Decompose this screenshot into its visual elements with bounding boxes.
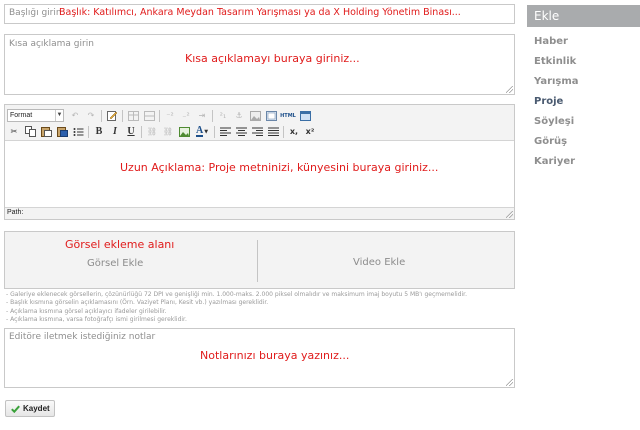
editor-notes-placeholder: Editöre iletmek istediğiniz notlar bbox=[9, 332, 156, 342]
editor-toolbar: Format ▼ ↶ ↷ ⁻² ₋² ⇥ ²₁ ⚓ HTML ✂ B I U ⛓… bbox=[5, 105, 514, 141]
resize-handle-icon[interactable] bbox=[506, 86, 513, 93]
superscript-x-icon[interactable]: x² bbox=[303, 125, 317, 138]
edit-icon[interactable] bbox=[105, 109, 119, 122]
sidebar-item-soylesi[interactable]: Söyleşi bbox=[534, 115, 640, 135]
editor-status-bar: Path: bbox=[5, 207, 514, 219]
toolbar-row-2: ✂ B I U ⛓ ⛓ A ▼ x, x² bbox=[7, 124, 319, 139]
toolbar-divider bbox=[283, 125, 284, 138]
upload-guidelines: - Galeriye eklenecek görsellerin, çözünü… bbox=[6, 291, 516, 325]
save-button-label: Kaydet bbox=[23, 404, 50, 413]
sidebar-list: Haber Etkinlik Yarışma Proje Söyleşi Gör… bbox=[527, 35, 640, 175]
align-right-icon[interactable] bbox=[250, 125, 264, 138]
chevron-down-icon: ▼ bbox=[55, 110, 63, 121]
path-label: Path: bbox=[7, 209, 24, 216]
unlink-icon[interactable]: ⛓ bbox=[161, 125, 175, 138]
toolbar-divider bbox=[101, 109, 102, 122]
paste-icon[interactable] bbox=[39, 125, 53, 138]
justify-icon[interactable] bbox=[266, 125, 280, 138]
short-description-placeholder: Kısa açıklama girin bbox=[9, 39, 94, 49]
anchor-icon[interactable]: ⚓ bbox=[232, 109, 246, 122]
guideline-line: - Açıklama kısmına, varsa fotoğrafçı ism… bbox=[6, 316, 187, 324]
align-left-icon[interactable] bbox=[218, 125, 232, 138]
short-description-textarea[interactable]: Kısa açıklama girin Kısa açıklamayı bura… bbox=[4, 34, 515, 95]
sidebar-item-etkinlik[interactable]: Etkinlik bbox=[534, 55, 640, 75]
bold-icon[interactable]: B bbox=[92, 125, 106, 138]
subscript-icon[interactable]: ₋² bbox=[179, 109, 193, 122]
image-icon[interactable] bbox=[248, 109, 262, 122]
media-icon[interactable] bbox=[264, 109, 278, 122]
toolbar-divider bbox=[159, 109, 160, 122]
font-color-icon[interactable]: A ▼ bbox=[193, 125, 211, 138]
title-placeholder: Başlığı girin bbox=[9, 8, 62, 18]
table-icon[interactable] bbox=[126, 109, 140, 122]
media-upload-area: Görsel ekleme alanı Görsel Ekle Video Ek… bbox=[4, 231, 515, 289]
undo-icon[interactable]: ↶ bbox=[68, 109, 82, 122]
sidebar-item-proje[interactable]: Proje bbox=[534, 95, 640, 115]
toolbar-divider bbox=[122, 109, 123, 122]
html-icon[interactable]: HTML bbox=[280, 109, 296, 122]
list-icon[interactable] bbox=[71, 125, 85, 138]
add-video-button[interactable]: Video Ekle bbox=[353, 257, 405, 268]
special-char-icon[interactable]: ²₁ bbox=[216, 109, 230, 122]
resize-handle-icon[interactable] bbox=[506, 379, 513, 386]
add-image-button[interactable]: Görsel Ekle bbox=[87, 258, 143, 269]
add-sidebar: Ekle Haber Etkinlik Yarışma Proje Söyleş… bbox=[527, 5, 640, 175]
long-description-editor: Format ▼ ↶ ↷ ⁻² ₋² ⇥ ²₁ ⚓ HTML ✂ B I U ⛓… bbox=[4, 104, 515, 220]
cut-icon[interactable]: ✂ bbox=[7, 125, 21, 138]
guideline-line: - Açıklama kısmına görsel açıklayıcı ifa… bbox=[6, 307, 167, 315]
toolbar-divider bbox=[212, 109, 213, 122]
toolbar-divider bbox=[141, 125, 142, 138]
underline-icon[interactable]: U bbox=[124, 125, 138, 138]
sidebar-item-gorus[interactable]: Görüş bbox=[534, 135, 640, 155]
long-description-annotation: Uzun Açıklama: Proje metninizi, künyesin… bbox=[120, 161, 439, 174]
sidebar-item-haber[interactable]: Haber bbox=[534, 35, 640, 55]
toolbar-divider bbox=[214, 125, 215, 138]
media-divider bbox=[257, 240, 258, 282]
sidebar-item-kariyer[interactable]: Kariyer bbox=[534, 155, 640, 175]
short-description-annotation: Kısa açıklamayı buraya giriniz... bbox=[185, 52, 360, 65]
title-input[interactable]: Başlığı girin Başlık: Katılımcı, Ankara … bbox=[4, 4, 515, 24]
image-insert-icon[interactable] bbox=[177, 125, 191, 138]
editor-notes-textarea[interactable]: Editöre iletmek istediğiniz notlar Notla… bbox=[4, 328, 515, 388]
redo-icon[interactable]: ↷ bbox=[84, 109, 98, 122]
sidebar-item-yarisma[interactable]: Yarışma bbox=[534, 75, 640, 95]
link-icon[interactable]: ⛓ bbox=[145, 125, 159, 138]
editor-notes-annotation: Notlarınızı buraya yazınız... bbox=[200, 349, 350, 362]
title-annotation: Başlık: Katılımcı, Ankara Meydan Tasarım… bbox=[59, 7, 461, 18]
toolbar-row-1: Format ▼ ↶ ↷ ⁻² ₋² ⇥ ²₁ ⚓ HTML bbox=[7, 108, 314, 123]
guideline-line: - Başlık kısmına görselin açıklamasını (… bbox=[6, 299, 269, 307]
resize-handle-icon[interactable] bbox=[506, 211, 513, 218]
sidebar-header: Ekle bbox=[527, 5, 640, 27]
indent-icon[interactable]: ⇥ bbox=[195, 109, 209, 122]
media-annotation: Görsel ekleme alanı bbox=[65, 238, 175, 251]
italic-icon[interactable]: I bbox=[108, 125, 122, 138]
check-icon bbox=[11, 400, 20, 418]
table-row-icon[interactable] bbox=[142, 109, 156, 122]
preview-icon[interactable] bbox=[298, 109, 312, 122]
paste-word-icon[interactable] bbox=[55, 125, 69, 138]
superscript-icon[interactable]: ⁻² bbox=[163, 109, 177, 122]
remove-format-icon[interactable]: x, bbox=[287, 125, 301, 138]
copy-icon[interactable] bbox=[23, 125, 37, 138]
format-select[interactable]: Format ▼ bbox=[7, 109, 64, 122]
toolbar-divider bbox=[88, 125, 89, 138]
format-select-value: Format bbox=[10, 112, 33, 119]
align-center-icon[interactable] bbox=[234, 125, 248, 138]
guideline-line: - Galeriye eklenecek görsellerin, çözünü… bbox=[6, 291, 467, 298]
save-button[interactable]: Kaydet bbox=[5, 400, 55, 417]
